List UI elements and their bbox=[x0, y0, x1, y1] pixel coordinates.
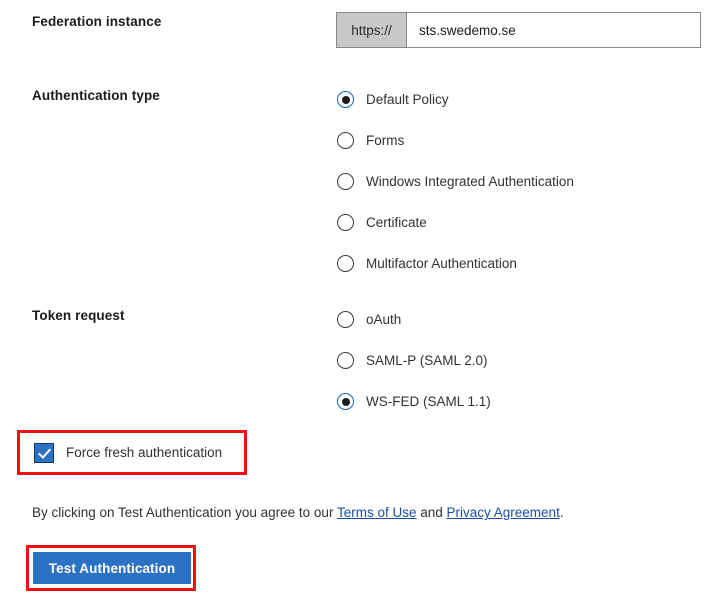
terms-of-use-link[interactable]: Terms of Use bbox=[337, 505, 417, 520]
radio-icon bbox=[337, 173, 354, 190]
radio-icon bbox=[337, 352, 354, 369]
radio-option-oauth[interactable]: oAuth bbox=[337, 299, 491, 340]
radio-option-certificate[interactable]: Certificate bbox=[337, 202, 574, 243]
token-request-radio-group: oAuth SAML-P (SAML 2.0) WS-FED (SAML 1.1… bbox=[337, 299, 491, 422]
radio-option-windows-integrated-authentication[interactable]: Windows Integrated Authentication bbox=[337, 161, 574, 202]
force-fresh-authentication-highlight: Force fresh authentication bbox=[17, 430, 247, 475]
radio-option-ws-fed[interactable]: WS-FED (SAML 1.1) bbox=[337, 381, 491, 422]
federation-instance-input[interactable]: sts.swedemo.se bbox=[407, 13, 700, 47]
legal-agreement-text: By clicking on Test Authentication you a… bbox=[32, 505, 564, 520]
radio-option-default-policy[interactable]: Default Policy bbox=[337, 79, 574, 120]
radio-option-label: Certificate bbox=[366, 215, 427, 230]
test-authentication-highlight: Test Authentication bbox=[26, 545, 196, 591]
radio-option-label: oAuth bbox=[366, 312, 402, 327]
authentication-type-radio-group: Default Policy Forms Windows Integrated … bbox=[337, 79, 574, 284]
radio-option-label: SAML-P (SAML 2.0) bbox=[366, 353, 488, 368]
token-request-label: Token request bbox=[32, 308, 125, 323]
url-scheme-prefix: https:// bbox=[337, 13, 407, 47]
radio-option-label: Multifactor Authentication bbox=[366, 256, 517, 271]
radio-icon bbox=[337, 393, 354, 410]
checkmark-icon[interactable] bbox=[34, 442, 54, 463]
legal-text-prefix: By clicking on Test Authentication you a… bbox=[32, 505, 337, 520]
test-authentication-button[interactable]: Test Authentication bbox=[33, 552, 191, 584]
radio-option-label: Windows Integrated Authentication bbox=[366, 174, 574, 189]
radio-option-label: Default Policy bbox=[366, 92, 449, 107]
radio-icon bbox=[337, 255, 354, 272]
radio-icon bbox=[337, 311, 354, 328]
radio-icon bbox=[337, 132, 354, 149]
force-fresh-authentication-checkbox-row[interactable]: Force fresh authentication bbox=[34, 442, 223, 463]
force-fresh-authentication-label: Force fresh authentication bbox=[66, 445, 223, 460]
radio-option-saml-p[interactable]: SAML-P (SAML 2.0) bbox=[337, 340, 491, 381]
federation-instance-input-group[interactable]: https:// sts.swedemo.se bbox=[336, 12, 701, 48]
radio-icon bbox=[337, 214, 354, 231]
radio-icon bbox=[337, 91, 354, 108]
radio-option-multifactor-authentication[interactable]: Multifactor Authentication bbox=[337, 243, 574, 284]
federation-instance-label: Federation instance bbox=[32, 14, 162, 29]
authentication-type-label: Authentication type bbox=[32, 88, 160, 103]
radio-option-label: Forms bbox=[366, 133, 405, 148]
privacy-agreement-link[interactable]: Privacy Agreement bbox=[447, 505, 560, 520]
legal-text-middle: and bbox=[416, 505, 447, 520]
radio-option-label: WS-FED (SAML 1.1) bbox=[366, 394, 491, 409]
legal-text-suffix: . bbox=[559, 505, 564, 520]
radio-option-forms[interactable]: Forms bbox=[337, 120, 574, 161]
